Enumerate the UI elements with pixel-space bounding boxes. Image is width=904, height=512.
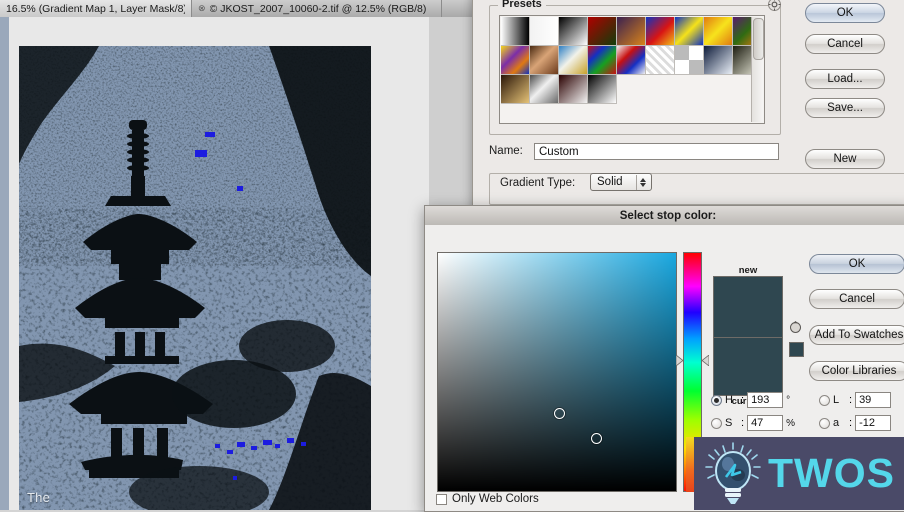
gradient-type-group: Gradient Type: Solid [489, 173, 904, 205]
label-a: a [833, 417, 840, 429]
new-color-label: new [738, 265, 758, 276]
preset-swatch-chrome[interactable] [559, 46, 588, 75]
color-field-S[interactable]: S : 47 % [711, 415, 798, 431]
color-field-cursor-secondary[interactable] [591, 433, 602, 444]
unit-H: ° [786, 394, 791, 406]
the-complete-picture-watermark: The Complete Picture [27, 489, 137, 510]
presets-legend: Presets [498, 0, 546, 10]
gradient-load-button[interactable]: Load... [805, 69, 885, 89]
add-to-swatches-button[interactable]: Add To Swatches [809, 325, 904, 345]
preset-swatch-spectrum[interactable] [588, 46, 617, 75]
lightbulb-icon [702, 441, 764, 507]
preset-swatch-blue-red-yellow[interactable] [646, 17, 675, 46]
gradient-type-select[interactable]: Solid [590, 173, 652, 191]
color-libraries-button[interactable]: Color Libraries [809, 361, 904, 381]
current-color-swatch[interactable] [713, 338, 783, 396]
color-picker-cancel-button[interactable]: Cancel [809, 289, 904, 309]
gamut-warning-group [789, 320, 807, 357]
document-tab-inactive[interactable]: ⊗ © JKOST_2007_10060-2.tif @ 12.5% (RGB/… [192, 0, 442, 17]
color-picker-ok-button[interactable]: OK [809, 254, 904, 274]
preset-swatch-black-white[interactable] [559, 17, 588, 46]
input-a[interactable]: -12 [855, 415, 892, 431]
color-field-L[interactable]: L : 39 [819, 392, 904, 408]
preset-swatch-foreground-to-background[interactable] [501, 17, 530, 46]
preset-swatch-orange-yellow-orange[interactable] [704, 17, 733, 46]
radio-L[interactable] [819, 394, 830, 406]
hue-slider-handle-right[interactable] [701, 353, 710, 367]
presets-scrollbar-thumb[interactable] [753, 18, 764, 60]
document-tab-active[interactable]: 16.5% (Gradient Map 1, Layer Mask/8) * [0, 0, 192, 17]
gradient-name-input[interactable]: Custom [534, 142, 779, 160]
pagoda-photo-graphic [19, 46, 371, 510]
presets-group: Presets [489, 0, 781, 135]
radio-a[interactable] [819, 417, 830, 429]
label-S: S [725, 417, 733, 429]
color-value-row-1: H : 193 ° L : 39 [711, 392, 904, 415]
watermark-line-2: Complete [27, 506, 137, 510]
hue-slider-handle-left[interactable] [675, 353, 684, 367]
preset-swatch-violet-orange[interactable] [617, 17, 646, 46]
preset-swatch-blue-yellow-blue[interactable] [675, 17, 704, 46]
preset-swatch-foreground-to-transparent[interactable] [530, 17, 559, 46]
input-H[interactable]: 193 [747, 392, 784, 408]
radio-S[interactable] [711, 417, 722, 429]
only-web-colors-checkbox[interactable] [436, 493, 447, 505]
preset-swatch-brown-gold[interactable] [501, 75, 530, 104]
color-preview-group: new current [713, 265, 783, 407]
color-field-H[interactable]: H : 193 ° [711, 392, 798, 408]
document-image[interactable]: The Complete Picture [19, 46, 371, 510]
gradient-name-row: Name: Custom [489, 141, 779, 161]
document-tab-active-label: 16.5% (Gradient Map 1, Layer Mask/8) * [6, 2, 185, 15]
stepper-arrows-icon[interactable] [636, 175, 648, 190]
gamut-alternate-swatch[interactable] [789, 342, 804, 357]
out-of-gamut-icon[interactable] [789, 320, 802, 337]
unit-S: % [786, 417, 795, 429]
gradient-save-button[interactable]: Save... [805, 98, 885, 118]
only-web-colors-row[interactable]: Only Web Colors [436, 493, 539, 505]
new-color-swatch[interactable] [713, 276, 783, 338]
gradient-new-button[interactable]: New [805, 149, 885, 169]
color-picker-title: Select stop color: [425, 206, 904, 226]
close-icon[interactable]: ⊗ [198, 3, 206, 14]
preset-swatch-black-to-white-diag[interactable] [588, 75, 617, 104]
gradient-ok-button[interactable]: OK [805, 3, 885, 23]
only-web-colors-label: Only Web Colors [452, 493, 539, 505]
twos-branding-bar: TWOS [694, 437, 904, 510]
preset-swatch-dark-red-white[interactable] [559, 75, 588, 104]
preset-swatch-transparent-rainbow[interactable] [617, 46, 646, 75]
color-field-cursor-primary[interactable] [554, 408, 565, 419]
saturation-brightness-field[interactable] [437, 252, 677, 492]
gear-icon[interactable] [767, 0, 782, 12]
preset-swatch-yellow-violet-orange-blue[interactable] [501, 46, 530, 75]
preset-swatch-copper[interactable] [530, 46, 559, 75]
canvas-left-gutter [0, 17, 9, 510]
gradient-name-label: Name: [489, 145, 523, 157]
twos-logo-text: TWOS [768, 450, 895, 496]
presets-swatch-grid [501, 17, 762, 104]
label-H: H [725, 394, 733, 406]
preset-swatch-transparent-checker[interactable] [675, 46, 704, 75]
input-S[interactable]: 47 [747, 415, 784, 431]
gradient-type-label: Gradient Type: [500, 177, 576, 189]
document-tab-inactive-label: © JKOST_2007_10060-2.tif @ 12.5% (RGB/8) [209, 2, 427, 15]
label-L: L [833, 394, 840, 406]
preset-swatch-blue-black[interactable] [704, 46, 733, 75]
screen-root: 16.5% (Gradient Map 1, Layer Mask/8) * ⊗… [0, 0, 904, 512]
radio-H[interactable] [711, 394, 722, 406]
input-L[interactable]: 39 [855, 392, 892, 408]
color-value-row-2: S : 47 % a : -12 [711, 415, 904, 438]
watermark-line-1: The [27, 490, 51, 505]
preset-swatch-silver[interactable] [530, 75, 559, 104]
color-field-a[interactable]: a : -12 [819, 415, 904, 431]
preset-swatch-red-green[interactable] [588, 17, 617, 46]
gradient-type-value: Solid [597, 176, 623, 188]
presets-list[interactable] [499, 15, 765, 124]
gradient-editor-dialog: Presets Name: Custom Gradient Type: Soli… [472, 0, 904, 210]
gradient-cancel-button[interactable]: Cancel [805, 34, 885, 54]
preset-swatch-transparent-stripes[interactable] [646, 46, 675, 75]
presets-scrollbar[interactable] [751, 17, 764, 122]
